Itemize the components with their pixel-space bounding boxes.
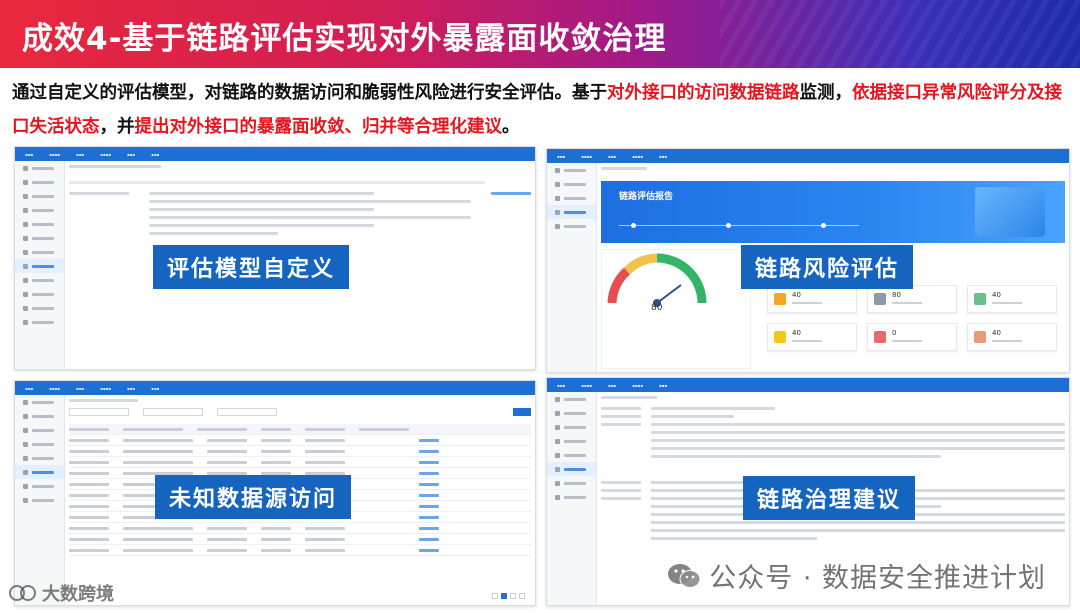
page-title: 成效4-基于链路评估实现对外暴露面收敛治理 (22, 21, 667, 57)
risk-card: 40 (767, 323, 857, 351)
wechat-icon (667, 562, 701, 590)
wechat-watermark: 公众号 · 数据安全推进计划 (667, 556, 1046, 595)
top-nav: ▪▪▪ ▪▪▪▪ ▪▪▪ ▪▪▪▪ ▪▪▪ ▪▪▪ (15, 147, 535, 161)
top-nav: ▪▪▪ ▪▪▪▪ ▪▪▪ ▪▪▪▪ ▪▪▪ (547, 149, 1069, 163)
intro-text-1: 通过自定义的评估模型，对链路的数据访问和脆弱性风险进行安全评估。基于 (12, 83, 607, 103)
report-title: 链路评估报告 (619, 192, 674, 202)
label-eval-model: 评估模型自定义 (153, 245, 350, 289)
gauge-value: 80 (651, 303, 663, 313)
sidebar (15, 395, 65, 605)
label-unknown-source: 未知数据源访问 (155, 475, 352, 519)
intro-paragraph: 通过自定义的评估模型，对链路的数据访问和脆弱性风险进行安全评估。基于对外接口的访… (12, 76, 1068, 144)
intro-highlight-3: 提出对外接口的暴露面收敛、归并等合理化建议 (134, 117, 503, 137)
top-nav: ▪▪▪ ▪▪▪▪ ▪▪▪ ▪▪▪▪ ▪▪▪ ▪▪▪ (15, 381, 535, 395)
top-nav: ▪▪▪ ▪▪▪▪ ▪▪▪ ▪▪▪▪ ▪▪▪ (547, 378, 1069, 392)
screenshot-unknown-source: ▪▪▪ ▪▪▪▪ ▪▪▪ ▪▪▪▪ ▪▪▪ ▪▪▪ 未知数据源访问 (14, 380, 536, 606)
brand-logo-icon (9, 585, 36, 601)
sidebar (547, 392, 597, 605)
brand-logo-text: 大数跨境 (42, 584, 114, 605)
report-header: 链路评估报告 (601, 181, 1065, 243)
risk-card: 40 (967, 323, 1057, 351)
label-governance: 链路治理建议 (743, 476, 916, 520)
title-banner: 成效4-基于链路评估实现对外暴露面收敛治理 (0, 0, 1080, 68)
sidebar (547, 163, 597, 372)
risk-card: 80 (867, 285, 957, 313)
screenshot-link-risk: ▪▪▪ ▪▪▪▪ ▪▪▪ ▪▪▪▪ ▪▪▪ 链路评估报告 80 40 80 40… (546, 148, 1070, 373)
label-link-risk: 链路风险评估 (741, 245, 914, 289)
brand-logo: 大数跨境 (8, 580, 114, 606)
intro-text-2: 监测， (799, 83, 853, 103)
risk-card: 40 (767, 285, 857, 313)
risk-card: 0 (867, 323, 957, 351)
wechat-watermark-text: 公众号 · 数据安全推进计划 (709, 563, 1046, 594)
risk-gauge: 80 (597, 241, 717, 313)
intro-text-4: 。 (502, 117, 520, 137)
sidebar (15, 161, 65, 369)
screenshot-eval-model: ▪▪▪ ▪▪▪▪ ▪▪▪ ▪▪▪▪ ▪▪▪ ▪▪▪ 评估模型自定义 (14, 146, 536, 370)
intro-text-3: ，并 (99, 117, 135, 137)
intro-highlight-1: 对外接口的访问数据链路 (607, 83, 800, 103)
risk-card: 40 (967, 285, 1057, 313)
